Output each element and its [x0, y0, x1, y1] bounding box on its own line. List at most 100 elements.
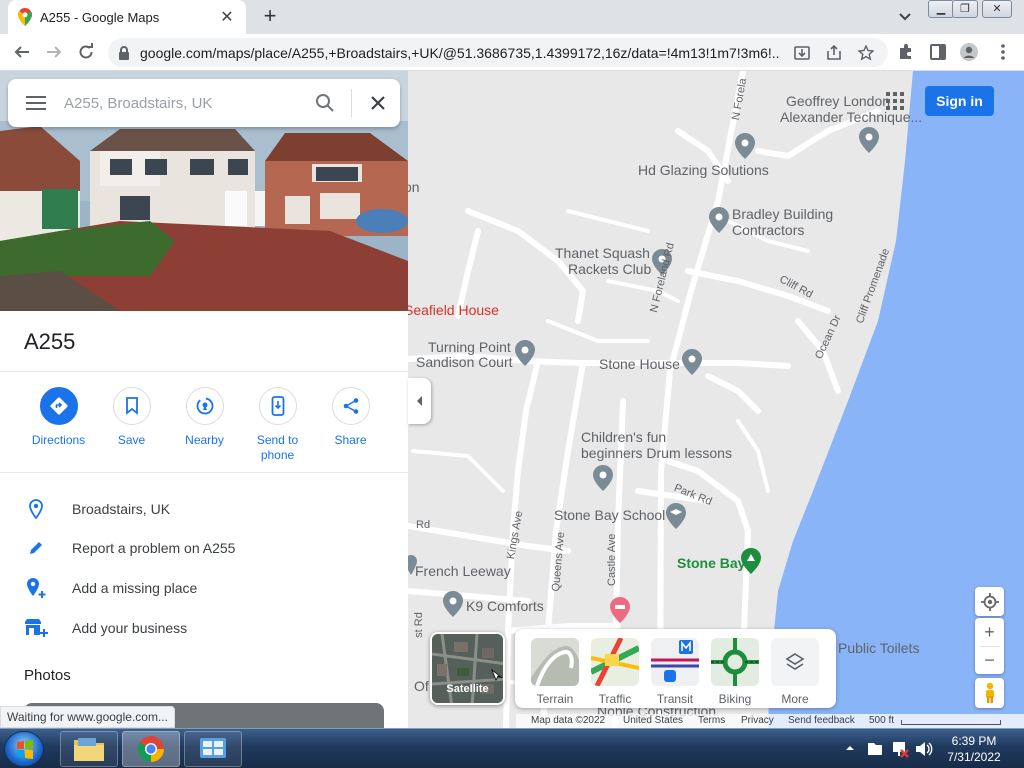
poi-label[interactable]: Alexander Technique... [780, 109, 922, 125]
browser-toolbar: google.com/maps/place/A255,+Broadstairs,… [0, 34, 1024, 71]
poi-label[interactable]: on [408, 179, 420, 195]
zoom-in-button[interactable]: + [984, 618, 995, 646]
biking-layer-button[interactable]: Biking [710, 638, 760, 706]
lock-icon[interactable] [118, 45, 130, 60]
pegman-button[interactable] [975, 678, 1004, 708]
folder-icon [74, 738, 104, 761]
directions-button[interactable]: Directions [22, 387, 95, 448]
reload-button[interactable] [74, 40, 98, 64]
poi-label[interactable]: beginners Drum lessons [581, 445, 732, 461]
more-layers-button[interactable]: More [770, 638, 820, 706]
nearby-button[interactable]: Nearby [168, 387, 241, 448]
poi-label[interactable]: K9 Comforts [466, 598, 544, 614]
poi-label[interactable]: Children's fun [581, 429, 666, 445]
taskbar-chrome[interactable] [122, 731, 180, 767]
zoom-out-button[interactable]: − [984, 647, 995, 674]
poi-label[interactable]: Geoffrey London [786, 93, 890, 109]
install-app-icon[interactable] [794, 45, 810, 61]
poi-label[interactable]: Hd Glazing Solutions [638, 162, 769, 178]
address-row[interactable]: Broadstairs, UK [0, 489, 408, 529]
window-close-button[interactable]: ✕ [982, 0, 1012, 18]
privacy-link[interactable]: Privacy [741, 715, 774, 726]
country-link[interactable]: United States [623, 715, 683, 726]
info-icon-wrap [0, 618, 72, 638]
search-button[interactable] [303, 79, 347, 127]
show-hidden-icons-icon[interactable] [845, 743, 855, 753]
traffic-layer-button[interactable]: Traffic [590, 638, 640, 706]
layers-satellite-toggle[interactable]: Satellite [430, 632, 505, 705]
back-button[interactable] [10, 40, 34, 64]
bookmark-star-icon[interactable] [858, 45, 874, 61]
poi-label[interactable]: Rackets Club [568, 261, 651, 277]
browser-tab[interactable]: A255 - Google Maps ✕ [8, 0, 246, 34]
poi-label[interactable]: Turning Point [428, 339, 511, 355]
minimize-button[interactable]: ▁ [928, 0, 954, 18]
map-pin-icon[interactable] [708, 206, 730, 234]
park-label[interactable]: Stone Bay [677, 555, 745, 571]
add-business-icon [25, 619, 48, 637]
share-page-icon[interactable] [826, 45, 842, 61]
poi-label[interactable]: Thanet Squash [555, 245, 650, 261]
zoom-controls: + − [975, 618, 1004, 674]
chrome-icon [137, 736, 164, 763]
clear-search-button[interactable] [356, 79, 400, 127]
map-pin-icon[interactable] [514, 339, 536, 367]
clock-time[interactable]: 6:39 PM [944, 734, 1004, 748]
send-feedback-link[interactable]: Send feedback [788, 715, 855, 726]
network-icon[interactable] [891, 740, 909, 758]
add-place-icon [27, 578, 46, 598]
side-panel-icon[interactable] [929, 43, 947, 61]
browser-menu-icon[interactable] [994, 43, 1012, 61]
poi-label[interactable]: Stone House [599, 356, 680, 372]
profile-avatar-icon[interactable] [960, 43, 978, 61]
map-pin-icon[interactable] [442, 590, 464, 618]
back-arrow-icon [14, 46, 29, 58]
map-pin-icon[interactable] [734, 132, 756, 160]
terrain-layer-button[interactable]: Terrain [530, 638, 580, 706]
google-apps-icon[interactable] [886, 92, 904, 110]
add-missing-place-row[interactable]: Add a missing place [0, 568, 408, 608]
send-to-phone-button[interactable]: Send to phone [241, 387, 314, 463]
search-icon [316, 94, 334, 112]
school-pin-icon[interactable] [665, 502, 687, 530]
my-location-button[interactable] [975, 587, 1004, 616]
tab-search-chevron-icon[interactable] [895, 8, 915, 26]
new-tab-button[interactable]: + [258, 4, 282, 28]
poi-label[interactable]: French Leeway [415, 563, 511, 579]
restore-button[interactable]: ❐ [952, 0, 978, 18]
share-button[interactable]: Share [314, 387, 387, 448]
map-pin-icon[interactable] [858, 126, 880, 154]
add-business-row[interactable]: Add your business [0, 608, 408, 648]
poi-label[interactable]: Public Toilets [838, 640, 919, 656]
volume-icon[interactable] [915, 741, 933, 757]
scale-label[interactable]: 500 ft [869, 715, 894, 726]
terrain-label: Terrain [536, 692, 574, 706]
terms-link[interactable]: Terms [698, 715, 725, 726]
address-bar[interactable]: google.com/maps/place/A255,+Broadstairs,… [108, 38, 888, 67]
map-pin-icon[interactable] [681, 348, 703, 376]
action-center-icon[interactable] [866, 741, 884, 757]
menu-button[interactable] [8, 79, 64, 127]
start-button[interactable] [4, 731, 44, 767]
hotel-pin-icon[interactable] [609, 596, 631, 624]
map-pin-icon[interactable] [592, 464, 614, 492]
tab-close-icon[interactable]: ✕ [218, 7, 236, 27]
taskbar-file-explorer[interactable] [60, 731, 118, 767]
save-button[interactable]: Save [95, 387, 168, 448]
taskbar-control-panel[interactable] [184, 731, 242, 767]
collapse-panel-button[interactable] [408, 378, 431, 424]
poi-label[interactable]: Contractors [732, 222, 804, 238]
transit-layer-button[interactable]: Transit [650, 638, 700, 706]
forward-button[interactable] [42, 40, 66, 64]
poi-label[interactable]: Sandison Court [416, 354, 513, 370]
poi-label[interactable]: Seafield House [408, 302, 499, 318]
search-input[interactable] [64, 94, 303, 112]
report-problem-row[interactable]: Report a problem on A255 [0, 528, 408, 568]
poi-label[interactable]: Bradley Building [732, 206, 833, 222]
search-divider [351, 89, 352, 117]
sign-in-button[interactable]: Sign in [925, 86, 994, 116]
clock-date[interactable]: 7/31/2022 [944, 750, 1004, 764]
extensions-icon[interactable] [897, 43, 915, 61]
poi-label[interactable]: Stone Bay School [554, 507, 665, 523]
place-actions: Directions Save Nearby Send to phone Sha… [0, 387, 408, 477]
